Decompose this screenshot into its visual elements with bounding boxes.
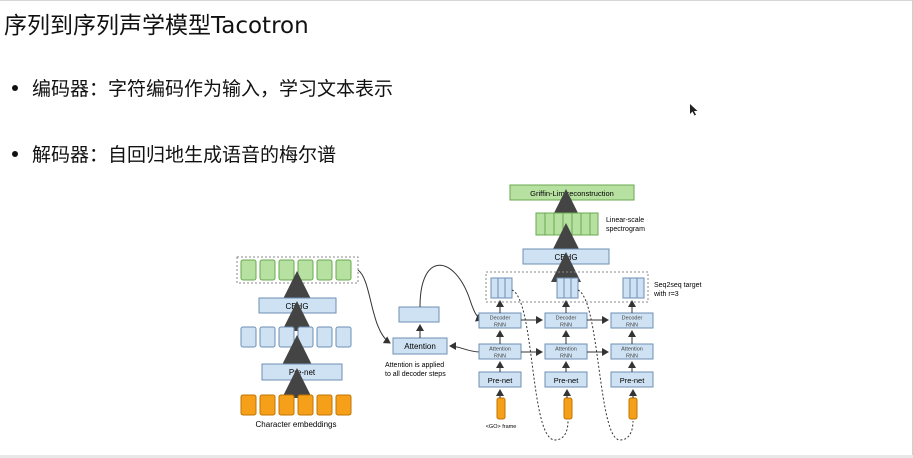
svg-text:Pre-net: Pre-net: [488, 376, 514, 385]
attention-note-2: to all decoder steps: [385, 371, 446, 378]
decoder-cbhg-label: CBHG: [554, 253, 577, 262]
decoder-step-3: Decoder RNN Attention RNN Pre-net: [610, 300, 654, 420]
linear-scale-label-1: Linear-scale: [606, 217, 644, 224]
svg-text:Attention: Attention: [489, 347, 511, 353]
svg-text:RNN: RNN: [494, 354, 506, 360]
svg-text:Decoder: Decoder: [622, 316, 643, 322]
svg-text:Attention: Attention: [621, 347, 643, 353]
griffin-lim-label: Griffin-Lim reconstruction: [530, 189, 614, 198]
encoder-cbhg-label: CBHG: [285, 302, 308, 311]
decoder-step-2: Decoder RNN Attention RNN Pre-net: [544, 300, 588, 420]
linear-spectrogram-cells: [535, 212, 599, 236]
attention-context-box: [398, 306, 440, 323]
character-embeddings-label: Character embeddings: [256, 420, 337, 429]
decoder-step-1: Decoder RNN Attention RNN Pre-net: [478, 300, 522, 420]
mouse-cursor-icon: [690, 104, 698, 116]
seq2seq-label-2: with r=3: [653, 291, 679, 298]
encoder-prenet-label: Pre-net: [289, 368, 316, 377]
tacotron-diagram: CBHG Pre-net Character embeddings Attent…: [236, 184, 702, 441]
svg-text:RNN: RNN: [560, 323, 572, 329]
attention-label: Attention: [404, 342, 436, 351]
go-frame-label: <GO> frame: [486, 424, 517, 430]
encoder-output-cells: [236, 256, 359, 284]
seq2seq-label-1: Seq2seq target: [654, 282, 702, 289]
svg-text:RNN: RNN: [494, 323, 506, 329]
svg-text:RNN: RNN: [626, 354, 638, 360]
encoder-prenet-cells: [240, 326, 352, 348]
svg-text:Decoder: Decoder: [556, 316, 577, 322]
seq2seq-target-frames: [490, 277, 645, 299]
svg-text:RNN: RNN: [626, 323, 638, 329]
attention-note-1: Attention is applied: [385, 362, 444, 369]
character-embedding-cells: [240, 394, 352, 416]
svg-text:Pre-net: Pre-net: [620, 376, 646, 385]
svg-text:RNN: RNN: [560, 354, 572, 360]
svg-text:Decoder: Decoder: [490, 316, 511, 322]
svg-text:Pre-net: Pre-net: [554, 376, 580, 385]
svg-text:Attention: Attention: [555, 347, 577, 353]
linear-scale-label-2: spectrogram: [606, 226, 645, 233]
